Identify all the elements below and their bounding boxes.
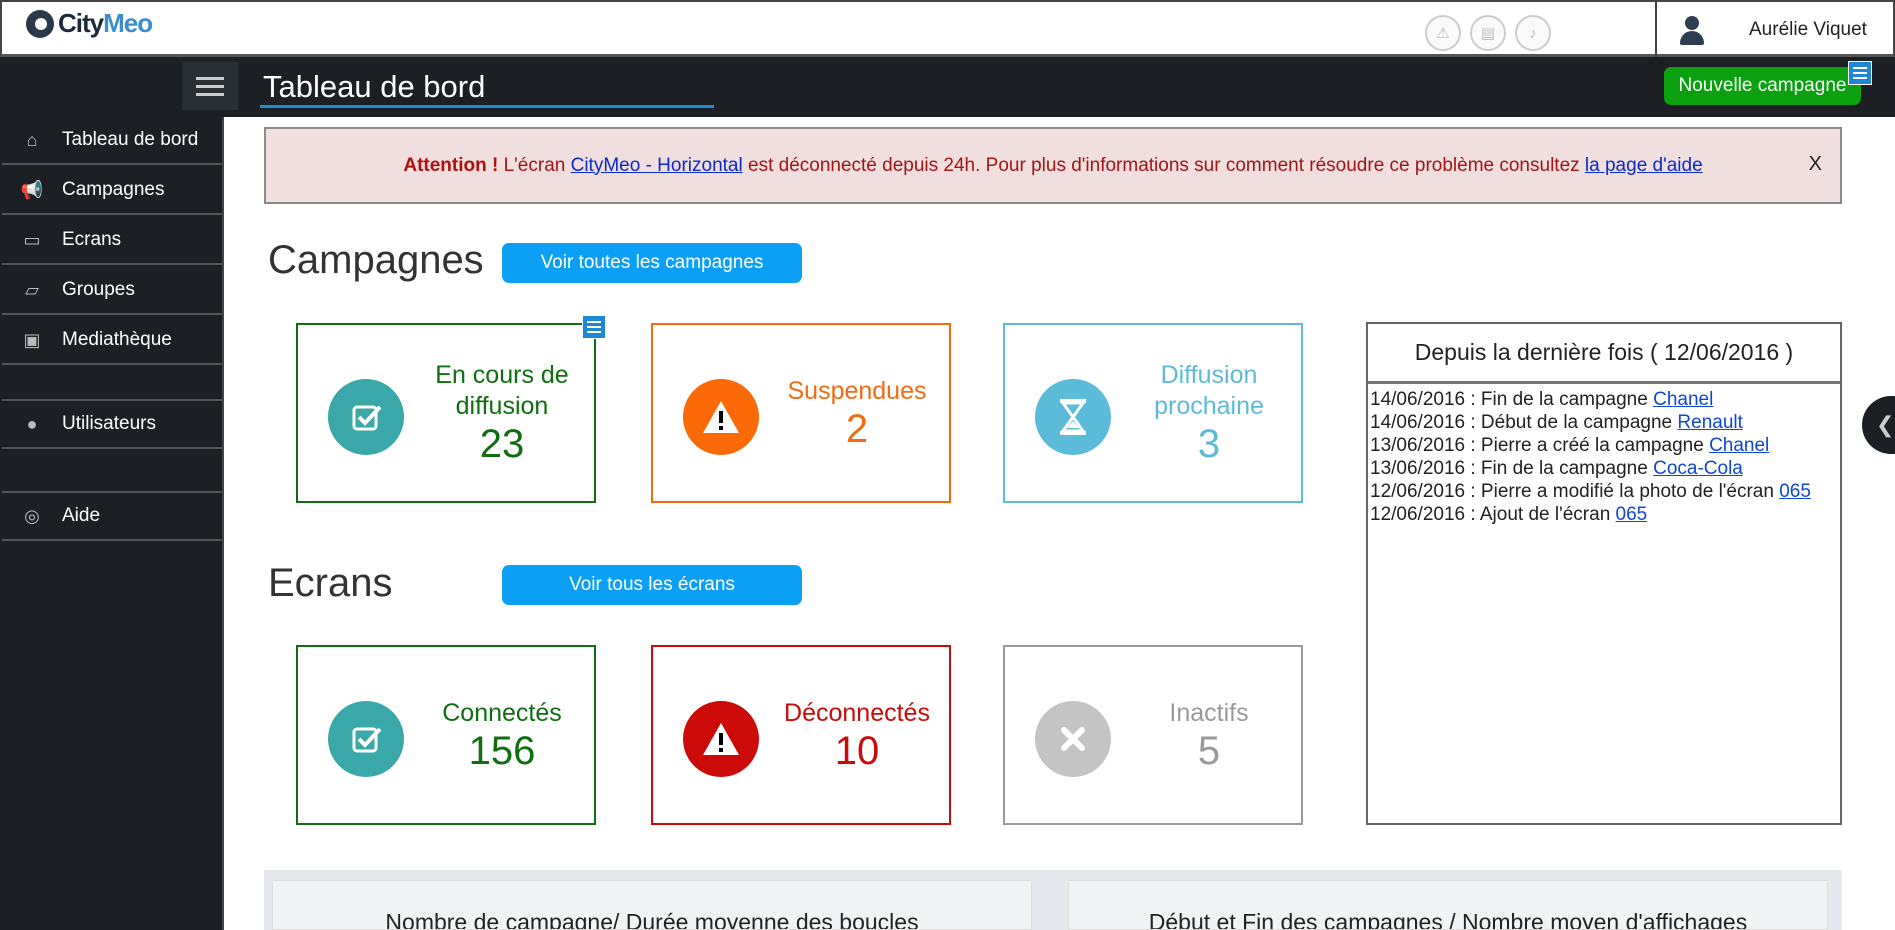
message-icon[interactable]: ▤ xyxy=(1470,15,1506,51)
campaign-card-suspended[interactable]: Suspendues 2 xyxy=(651,323,951,503)
campaign-card-upcoming[interactable]: Diffusion prochaine 3 xyxy=(1003,323,1303,503)
list-item: 13/06/2016 : Fin de la campagne Coca-Col… xyxy=(1370,458,1743,479)
campaigns-title: Campagnes xyxy=(268,238,484,282)
card-label: Inactifs xyxy=(1169,698,1249,727)
activity-link[interactable]: 065 xyxy=(1616,504,1648,525)
monitor-icon: ▭ xyxy=(23,229,41,250)
chevron-left-icon: ❮ xyxy=(1876,412,1895,437)
card-count: 23 xyxy=(479,422,525,466)
screen-card-disconnected[interactable]: Déconnectés 10 xyxy=(651,645,951,825)
view-all-screens-button[interactable]: Voir tous les écrans xyxy=(502,565,802,605)
sidebar-item-media[interactable]: ▣ Mediathèque xyxy=(2,317,222,365)
alert-text: est déconnecté depuis 24h. Pour plus d'i… xyxy=(742,154,1585,176)
alert-text: L'écran xyxy=(498,154,571,176)
bell-icon[interactable]: ♪ xyxy=(1515,15,1551,51)
hamburger-menu-icon[interactable] xyxy=(182,62,238,110)
sidebar-item-campaigns[interactable]: 📢 Campagnes xyxy=(2,167,222,215)
sidebar-item-label: Campagnes xyxy=(62,179,165,200)
activity-link[interactable]: 065 xyxy=(1779,481,1811,502)
side-panel-toggle[interactable]: ❮ xyxy=(1862,396,1895,454)
sidebar-item-label: Tableau de bord xyxy=(62,129,199,150)
user-menu[interactable]: Aurélie Viquet xyxy=(1655,2,1895,57)
sidebar-item-label: Groupes xyxy=(62,279,135,300)
view-all-campaigns-button[interactable]: Voir toutes les campagnes xyxy=(502,243,802,283)
sidebar-item-screens[interactable]: ▭ Ecrans xyxy=(2,217,222,265)
title-bar: Tableau de bord Nouvelle campagne xyxy=(0,57,1895,117)
warning-icon xyxy=(683,379,759,455)
screen-card-inactive[interactable]: Inactifs 5 xyxy=(1003,645,1303,825)
recent-activity-list: 14/06/2016 : Fin de la campagne Chanel 1… xyxy=(1368,384,1840,526)
check-icon xyxy=(328,701,404,777)
sidebar-item-dashboard[interactable]: ⌂ Tableau de bord xyxy=(2,117,222,165)
list-item: 14/06/2016 : Début de la campagne Renaul… xyxy=(1370,412,1743,433)
sidebar-item-label: Aide xyxy=(62,505,101,526)
new-campaign-button[interactable]: Nouvelle campagne xyxy=(1664,67,1861,105)
screen-card-connected[interactable]: Connectés 156 xyxy=(296,645,596,825)
logo-text: CityMeo xyxy=(58,8,153,38)
megaphone-icon: 📢 xyxy=(20,179,44,200)
activity-link[interactable]: Chanel xyxy=(1709,435,1769,456)
chart-campaigns-duration: Nombre de campagne/ Durée moyenne des bo… xyxy=(272,880,1032,930)
list-item: 12/06/2016 : Ajout de l'écran 065 xyxy=(1370,504,1648,525)
list-item: 14/06/2016 : Fin de la campagne Chanel xyxy=(1370,389,1714,410)
alert-message: Attention ! L'écran CityMeo - Horizontal… xyxy=(403,155,1702,177)
card-count: 156 xyxy=(468,728,536,773)
activity-link[interactable]: Coca-Cola xyxy=(1653,458,1743,479)
close-icon xyxy=(1035,701,1111,777)
hourglass-icon xyxy=(1035,379,1111,455)
user-name: Aurélie Viquet xyxy=(1749,18,1867,40)
top-bar: CityMeo ⚠ ▤ ♪ Aurélie Viquet xyxy=(0,0,1895,57)
help-page-link[interactable]: la page d'aide xyxy=(1585,155,1703,176)
home-icon: ⌂ xyxy=(26,129,38,150)
logo-icon xyxy=(26,9,54,38)
title-underline xyxy=(260,105,714,108)
page-title: Tableau de bord xyxy=(263,69,486,104)
citymeo-logo[interactable]: CityMeo xyxy=(26,8,153,39)
chart-campaigns-displays: Début et Fin des campagnes / Nombre moye… xyxy=(1068,880,1828,930)
image-icon: ▣ xyxy=(23,329,41,350)
card-count: 10 xyxy=(834,728,880,773)
sidebar-item-help[interactable]: ◎ Aide xyxy=(2,493,222,541)
sidebar-item-label: Mediathèque xyxy=(62,329,172,350)
alert-close-button[interactable]: X xyxy=(1809,153,1822,176)
recent-activity-panel: Depuis la dernière fois ( 12/06/2016 ) 1… xyxy=(1366,322,1842,825)
alert-strong: Attention ! xyxy=(403,154,499,176)
list-item: 13/06/2016 : Pierre a créé la campagne C… xyxy=(1370,435,1770,456)
sidebar: ⌂ Tableau de bord 📢 Campagnes ▭ Ecrans ▱… xyxy=(0,117,224,930)
screens-title: Ecrans xyxy=(268,561,393,605)
recent-activity-title: Depuis la dernière fois ( 12/06/2016 ) xyxy=(1368,324,1840,384)
disconnect-alert: Attention ! L'écran CityMeo - Horizontal… xyxy=(264,127,1842,204)
top-icons: ⚠ ▤ ♪ xyxy=(1425,15,1551,51)
campaign-card-running[interactable]: En cours de diffusion 23 xyxy=(296,315,606,503)
card-label: Suspendues xyxy=(787,376,927,405)
warning-icon xyxy=(683,701,759,777)
user-icon: ● xyxy=(26,413,38,434)
check-icon xyxy=(328,379,404,455)
screen-link[interactable]: CityMeo - Horizontal xyxy=(571,155,743,176)
chart-title: Début et Fin des campagnes / Nombre moye… xyxy=(1148,909,1748,930)
sidebar-item-groups[interactable]: ▱ Groupes xyxy=(2,267,222,315)
card-count: 2 xyxy=(845,406,869,451)
card-label: Connectés xyxy=(442,698,562,727)
lifebuoy-icon: ◎ xyxy=(24,505,40,526)
card-count: 3 xyxy=(1197,422,1221,466)
chart-title: Nombre de campagne/ Durée moyenne des bo… xyxy=(385,909,919,930)
list-item: 12/06/2016 : Pierre a modifié la photo d… xyxy=(1370,481,1811,502)
card-label: Déconnectés xyxy=(784,698,930,727)
card-label: En cours de diffusion xyxy=(435,361,569,420)
sidebar-item-users[interactable]: ● Utilisateurs xyxy=(2,401,222,449)
sidebar-item-label: Utilisateurs xyxy=(62,413,156,434)
activity-link[interactable]: Renault xyxy=(1677,412,1743,433)
list-menu-icon[interactable] xyxy=(1848,61,1872,85)
card-count: 5 xyxy=(1197,728,1221,773)
warning-icon[interactable]: ⚠ xyxy=(1425,15,1461,51)
folder-icon: ▱ xyxy=(25,279,39,300)
card-label: Diffusion prochaine xyxy=(1154,361,1264,420)
user-icon xyxy=(1677,14,1707,46)
activity-link[interactable]: Chanel xyxy=(1653,389,1713,410)
sidebar-item-label: Ecrans xyxy=(62,229,122,250)
list-menu-icon[interactable] xyxy=(582,315,606,339)
